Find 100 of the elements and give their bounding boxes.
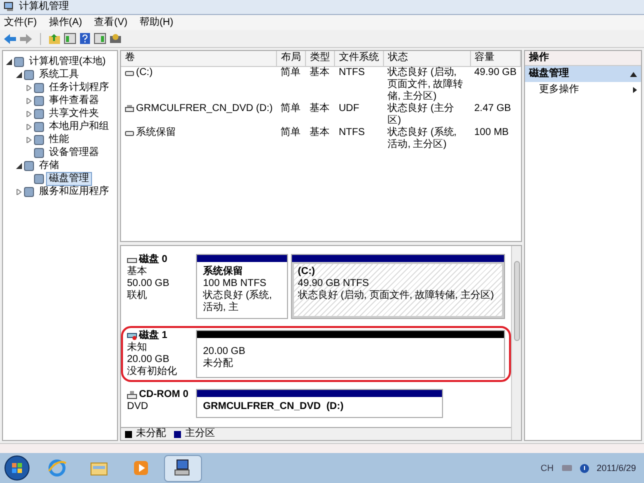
unallocated-partition[interactable]: 20.00 GB 未分配 — [196, 330, 505, 378]
table-cell-text: NTFS — [338, 126, 366, 140]
tree-item[interactable]: 存储 — [36, 158, 62, 172]
table-cell: 基本 — [306, 66, 335, 102]
folder-up-icon[interactable] — [49, 34, 60, 44]
partition[interactable]: 系统保留 100 MB NTFS 状态良好 (系统, 活动, 主 — [196, 254, 288, 319]
table-cell: 49.90 GB — [470, 66, 520, 102]
expand-arrow-icon[interactable] — [26, 124, 32, 130]
partition-info: 未分配 — [203, 358, 234, 370]
expand-arrow-icon[interactable] — [26, 98, 32, 104]
tree-item[interactable]: 共享文件夹 — [46, 106, 102, 120]
tree-item[interactable]: 磁盘管理 — [46, 172, 92, 186]
table-cell: 基本 — [306, 102, 335, 126]
column-header[interactable]: 容量 — [470, 51, 520, 66]
table-cell-text: 状态良好 (系统, 活动, 主分区) — [386, 126, 458, 150]
tree-item[interactable]: 服务和应用程序 — [36, 184, 112, 198]
partition-info: 49.90 GB NTFS — [298, 278, 370, 290]
partition-info: 状态良好 (启动, 页面文件, 故障转储, 主分区) — [298, 290, 495, 302]
column-header[interactable]: 状态 — [384, 51, 470, 66]
table-cell-text: UDF — [338, 102, 360, 116]
partition-title: GRMCULFRER_CN_DVD (D:) — [203, 401, 345, 413]
menu-item[interactable]: 查看(V) — [94, 16, 128, 28]
help-icon[interactable] — [80, 33, 90, 44]
node-icon — [24, 186, 34, 196]
partition[interactable]: GRMCULFRER_CN_DVD (D:) — [196, 389, 444, 418]
node-icon — [34, 148, 44, 158]
partition[interactable]: (C:) 49.90 GB NTFS 状态良好 (启动, 页面文件, 故障转储, 主分区) — [290, 254, 505, 319]
window-title: 计算机管理 — [19, 1, 69, 13]
column-header[interactable]: 文件系统 — [334, 51, 384, 66]
disk-name: 磁盘 1 — [139, 330, 168, 342]
computer-icon — [4, 2, 15, 12]
partition-title: (C:) — [298, 266, 316, 278]
volume-name[interactable]: 系统保留 — [136, 126, 176, 138]
disk-info: 联机 — [127, 290, 148, 302]
tree-item[interactable]: 性能 — [46, 132, 72, 146]
tree-item[interactable]: 设备管理器 — [46, 146, 102, 160]
cd-drive-icon — [127, 391, 137, 399]
node-icon — [34, 134, 44, 144]
tree-item[interactable]: 事件查看器 — [46, 94, 102, 108]
node-icon — [34, 174, 44, 184]
expand-arrow-icon[interactable] — [26, 110, 32, 116]
node-icon — [34, 96, 44, 106]
volume-name[interactable]: (C:) — [136, 66, 153, 78]
legend-label: 主分区 — [185, 428, 215, 440]
disk-warning-icon — [127, 332, 137, 340]
expand-arrow-icon[interactable] — [26, 136, 32, 142]
tree-item[interactable]: 本地用户和组 — [46, 120, 112, 134]
action-section[interactable]: 磁盘管理 — [525, 66, 641, 82]
back-icon[interactable] — [4, 34, 16, 44]
pane-title: 操作 — [525, 51, 641, 66]
collapse-icon[interactable] — [630, 72, 637, 76]
cd-drive-icon — [125, 105, 134, 112]
node-icon — [24, 160, 34, 170]
tree-item[interactable]: 系统工具 — [36, 68, 82, 82]
disk-name: 磁盘 0 — [139, 254, 168, 266]
table-cell-text: 简单 — [280, 126, 302, 140]
action-item[interactable]: 更多操作 — [525, 82, 641, 98]
forward-icon[interactable] — [20, 34, 32, 44]
node-icon — [34, 122, 44, 132]
ie-icon — [46, 457, 68, 479]
disk-settings-icon[interactable] — [110, 33, 121, 44]
node-icon — [24, 70, 34, 80]
collapse-arrow-icon[interactable] — [16, 72, 22, 78]
drive-icon — [125, 69, 134, 76]
column-header[interactable]: 类型 — [306, 51, 335, 66]
collapse-arrow-icon[interactable] — [6, 58, 12, 64]
table-cell-text: 状态良好 (主分区) — [386, 102, 455, 126]
node-icon — [14, 56, 24, 66]
column-header[interactable]: 布局 — [276, 51, 306, 66]
disk-info: 50.00 GB — [127, 278, 170, 290]
start-button[interactable] — [4, 455, 30, 481]
language-indicator[interactable]: CH — [540, 462, 554, 474]
taskbar-button[interactable] — [164, 454, 202, 482]
table-cell-text: 基本 — [308, 126, 331, 140]
partition-title: 系统保留 — [203, 266, 244, 278]
menu-item[interactable]: 操作(A) — [48, 16, 82, 28]
legend-label: 未分配 — [136, 428, 166, 440]
node-icon — [34, 82, 44, 92]
collapse-arrow-icon[interactable] — [16, 162, 22, 168]
node-icon — [34, 108, 44, 118]
expand-arrow-icon[interactable] — [26, 84, 32, 90]
disk-info: 没有初始化 — [127, 366, 178, 378]
expand-arrow-icon[interactable] — [16, 188, 22, 194]
keyboard-icon[interactable] — [562, 465, 572, 471]
scrollbar[interactable] — [511, 246, 521, 440]
menu-item[interactable]: 文件(F) — [4, 16, 37, 28]
column-header[interactable]: 卷 — [121, 51, 277, 66]
menu-item[interactable]: 帮助(H) — [139, 16, 174, 28]
tree-item[interactable]: 计算机管理(本地) — [26, 54, 109, 68]
tree-item[interactable]: 任务计划程序 — [46, 80, 112, 94]
clock-date[interactable]: 2011/6/29 — [596, 462, 640, 474]
action-pane-icon[interactable] — [94, 33, 106, 44]
help-icon[interactable] — [580, 464, 589, 472]
table-cell: NTFS — [334, 66, 384, 102]
volume-name[interactable]: GRMCULFRER_CN_DVD (D:) — [136, 102, 273, 114]
partition-info: 100 MB NTFS — [203, 278, 268, 290]
disk-info: DVD — [127, 401, 150, 413]
tree-pane-icon[interactable] — [64, 33, 76, 44]
partition-info: 状态良好 (系统, 活动, 主 — [203, 290, 273, 314]
disk-info: 20.00 GB — [127, 354, 170, 366]
